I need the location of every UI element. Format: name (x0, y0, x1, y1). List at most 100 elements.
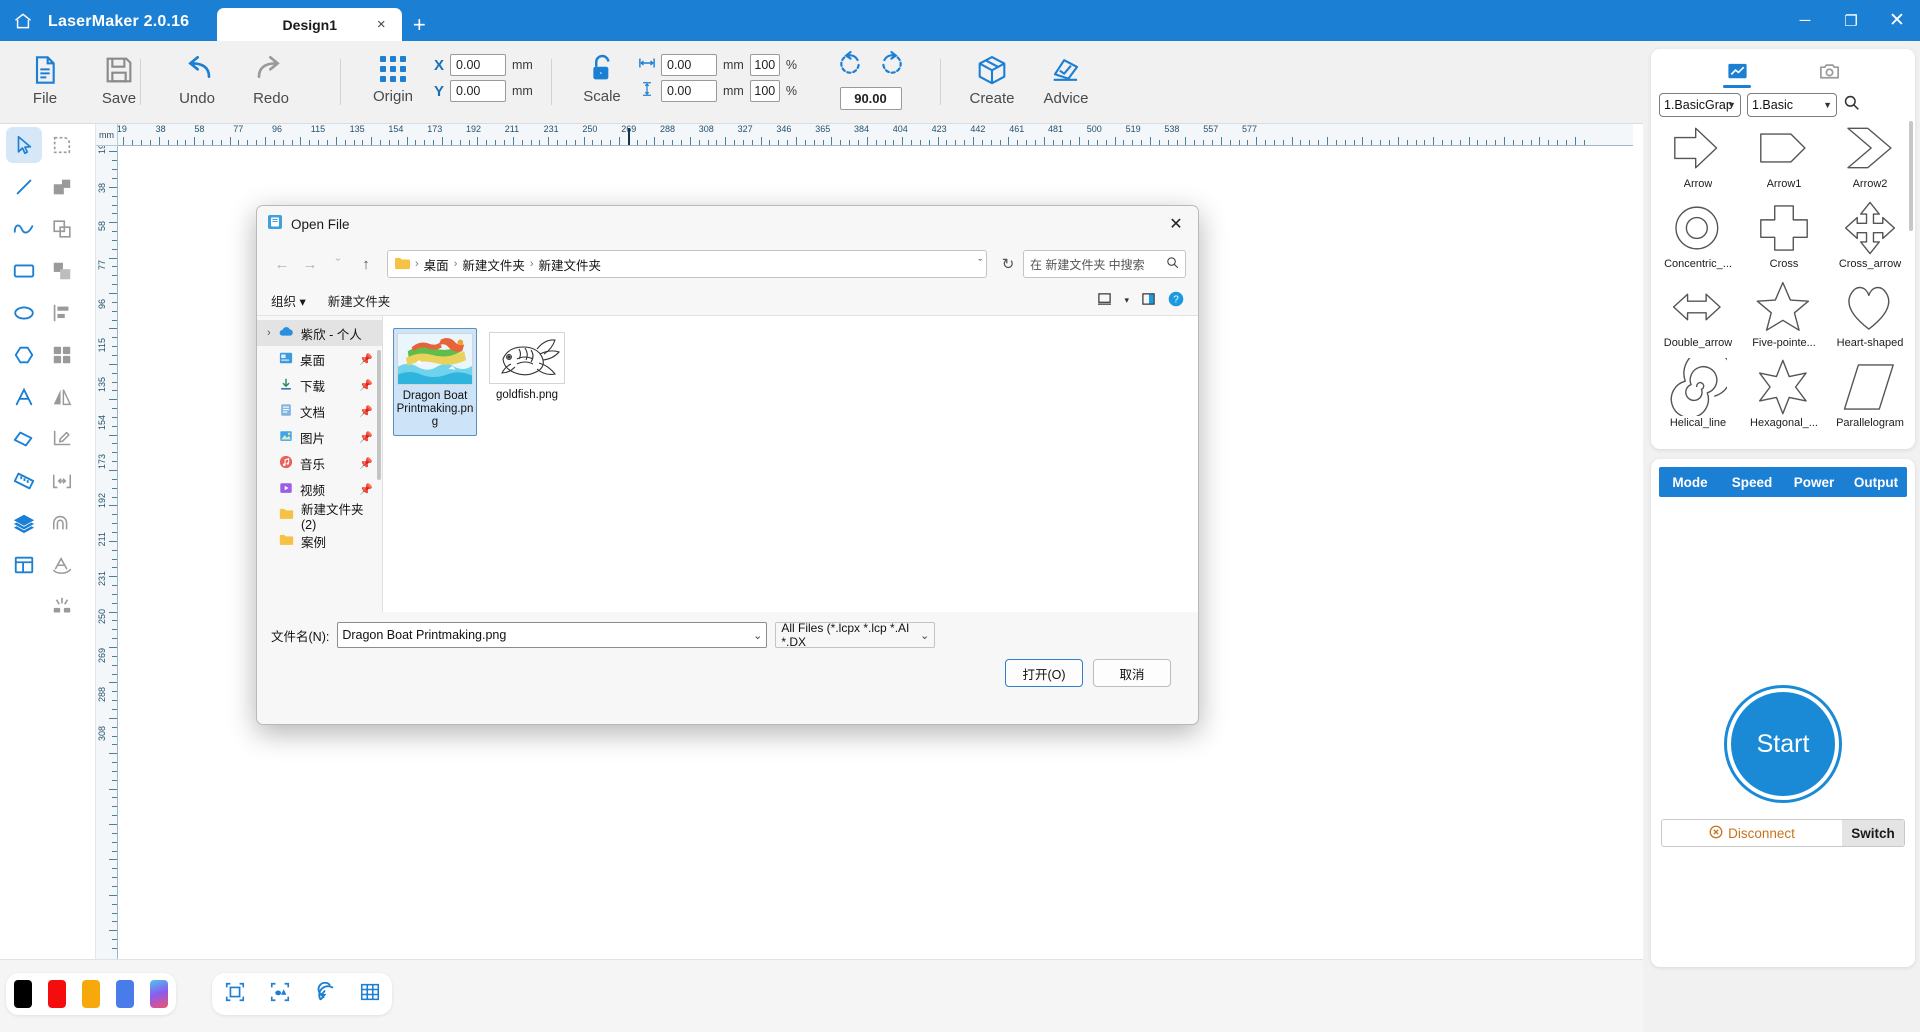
forward-button[interactable]: → (297, 251, 323, 277)
file-list[interactable]: Dragon Boat Printmaking.png goldfish.png (383, 316, 1198, 612)
sidebar-item-4[interactable]: 图片 📌 (257, 424, 382, 450)
view-options-button[interactable] (1097, 292, 1112, 309)
pin-icon[interactable]: 📌 (359, 353, 373, 366)
union-tool[interactable] (44, 169, 80, 205)
advice-button[interactable]: Advice (1029, 47, 1103, 117)
magnet-tool[interactable] (314, 981, 336, 1008)
param-column-output[interactable]: Output (1845, 475, 1907, 490)
pin-icon[interactable]: 📌 (359, 379, 373, 392)
address-dropdown-icon[interactable]: ˇ (978, 258, 982, 270)
eraser-tool[interactable] (6, 421, 42, 457)
distribute-tool[interactable] (44, 463, 80, 499)
undo-button[interactable]: Undo (160, 47, 234, 117)
ellipse-tool[interactable] (6, 295, 42, 331)
preview-tool[interactable] (269, 981, 291, 1008)
black-swatch[interactable] (14, 980, 32, 1008)
file-button[interactable]: File (8, 47, 82, 117)
shape-item-doublearrow[interactable]: Double_arrow (1655, 278, 1741, 358)
help-button[interactable]: ? (1168, 291, 1184, 310)
file-item[interactable]: Dragon Boat Printmaking.png (393, 328, 477, 436)
sidebar-item-3[interactable]: 文档 📌 (257, 398, 382, 424)
mirror-tool[interactable] (44, 379, 80, 415)
cancel-button[interactable]: 取消 (1093, 659, 1171, 687)
layers-tool[interactable] (6, 505, 42, 541)
save-button[interactable]: Save (82, 47, 156, 117)
param-column-power[interactable]: Power (1783, 475, 1845, 490)
line-tool[interactable] (6, 169, 42, 205)
breadcrumb-item-1[interactable]: 新建文件夹 (458, 255, 529, 274)
rotate-ccw-button[interactable] (837, 51, 863, 82)
measure-tool[interactable] (6, 463, 42, 499)
text-path-tool[interactable] (44, 547, 80, 583)
sidebar-item-5[interactable]: 音乐 📌 (257, 450, 382, 476)
offset-tool[interactable] (44, 505, 80, 541)
open-button[interactable]: 打开(O) (1005, 659, 1083, 687)
shape-item-parallelogram[interactable]: Parallelogram (1827, 358, 1913, 438)
switch-button[interactable]: Switch (1842, 820, 1904, 846)
category-primary-select[interactable]: 1.BasicGrap ▼ (1659, 93, 1741, 117)
address-bar[interactable]: › 桌面 › 新建文件夹 › 新建文件夹 ˇ (387, 250, 987, 278)
text-tool[interactable] (6, 379, 42, 415)
scale-lock-button[interactable]: Scale (565, 47, 639, 117)
rectangle-tool[interactable] (6, 253, 42, 289)
shape-item-helicalline[interactable]: Helical_line (1655, 357, 1741, 438)
shape-item-concentric[interactable]: Concentric_... (1655, 199, 1741, 279)
up-button[interactable]: ↑ (353, 251, 379, 277)
layout-tool[interactable] (6, 547, 42, 583)
align-tool[interactable] (44, 295, 80, 331)
filename-input[interactable]: Dragon Boat Printmaking.png ⌄ (337, 622, 768, 648)
shape-item-arrow1[interactable]: Arrow1 (1741, 119, 1827, 199)
maximize-button[interactable]: ❐ (1828, 0, 1874, 41)
new-folder-button[interactable]: 新建文件夹 (328, 291, 391, 310)
preview-pane-button[interactable] (1141, 292, 1156, 309)
height-input[interactable]: 0.00 (661, 80, 717, 102)
disconnect-button[interactable]: Disconnect (1662, 820, 1842, 846)
search-icon[interactable] (1843, 94, 1860, 116)
param-column-mode[interactable]: Mode (1659, 475, 1721, 490)
origin-button[interactable]: Origin (356, 47, 430, 117)
organize-button[interactable]: 组织 ▾ (271, 291, 306, 310)
draw-edit-tool[interactable] (44, 421, 80, 457)
amber-swatch[interactable] (82, 980, 100, 1008)
subtract-tool[interactable] (44, 253, 80, 289)
frame-tool[interactable] (224, 981, 246, 1008)
grid-tool[interactable] (359, 981, 381, 1008)
back-button[interactable]: ← (269, 251, 295, 277)
pin-icon[interactable]: 📌 (359, 483, 373, 496)
node-edit-tool[interactable] (44, 127, 80, 163)
width-input[interactable]: 0.00 (661, 54, 717, 76)
rotate-cw-button[interactable] (879, 51, 905, 82)
horizontal-ruler[interactable]: 1938587796115135154173192211231250269288… (118, 124, 1633, 146)
recent-locations-button[interactable]: ˇ (325, 251, 351, 277)
curve-tool[interactable] (6, 211, 42, 247)
chevron-down-icon[interactable]: ⌄ (753, 629, 762, 642)
filetype-select[interactable]: All Files (*.lcpx *.lcp *.AI *.DX ⌄ (775, 621, 936, 649)
shape-item-crossarrow[interactable]: Cross_arrow (1827, 199, 1913, 279)
pin-icon[interactable]: 📌 (359, 405, 373, 418)
category-secondary-select[interactable]: 1.Basic ▼ (1747, 93, 1837, 117)
shape-grid-scrollbar[interactable] (1909, 121, 1913, 231)
start-button[interactable]: Start (1727, 688, 1839, 800)
search-input[interactable]: 在 新建文件夹 中搜索 (1023, 250, 1186, 278)
select-tool[interactable] (6, 127, 42, 163)
redo-button[interactable]: Redo (234, 47, 308, 117)
gradient-swatch[interactable] (150, 980, 168, 1008)
create-button[interactable]: Create (955, 47, 1029, 117)
camera-tab[interactable] (1807, 52, 1851, 90)
dialog-close-button[interactable]: ✕ (1154, 206, 1198, 242)
sidebar-item-0[interactable]: › 紫欣 - 个人 (257, 320, 382, 346)
shape-item-cross[interactable]: Cross (1741, 199, 1827, 279)
blue-swatch[interactable] (116, 980, 134, 1008)
shape-item-arrow[interactable]: Arrow (1655, 119, 1741, 199)
refresh-button[interactable]: ↻ (995, 251, 1021, 277)
tab-design1[interactable]: Design1 × (217, 8, 403, 41)
sidebar-item-2[interactable]: 下载 📌 (257, 372, 382, 398)
rotation-angle-input[interactable]: 90.00 (839, 87, 902, 110)
shape-item-fivepointe[interactable]: Five-pointe... (1741, 278, 1827, 358)
chevron-down-icon[interactable]: ▾ (1124, 295, 1129, 306)
breadcrumb-item-0[interactable]: 桌面 (420, 255, 453, 274)
minimize-button[interactable]: ─ (1782, 0, 1828, 41)
breadcrumb-item-2[interactable]: 新建文件夹 (535, 255, 606, 274)
polygon-tool[interactable] (6, 337, 42, 373)
expand-chevron-icon[interactable]: › (267, 327, 271, 339)
